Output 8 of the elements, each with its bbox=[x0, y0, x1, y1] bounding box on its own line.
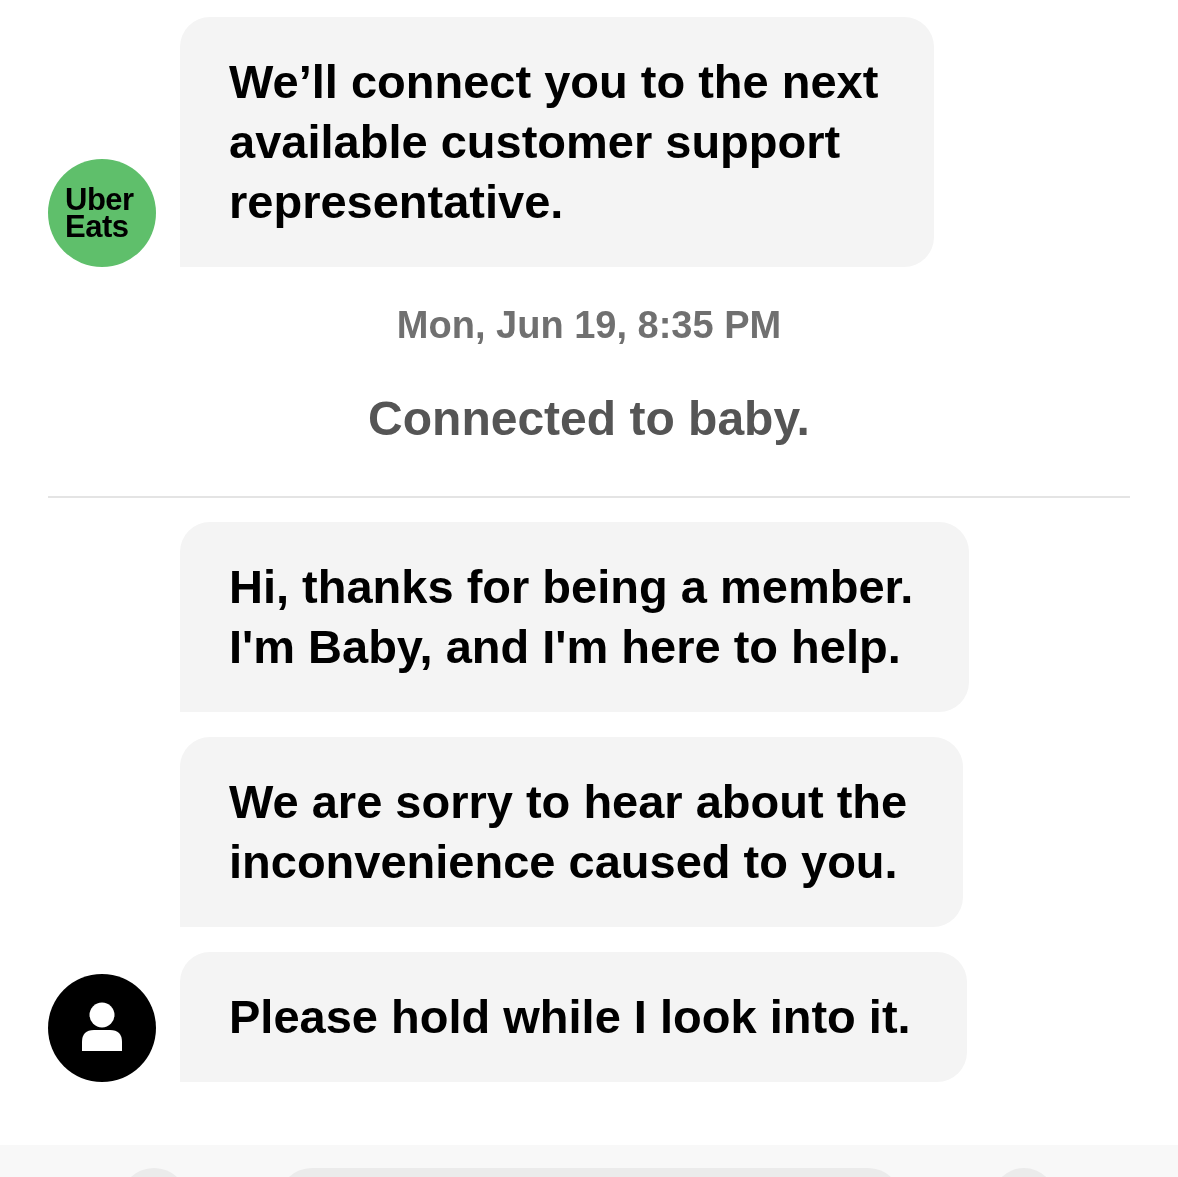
timestamp: Mon, Jun 19, 8:35 PM bbox=[396, 303, 782, 347]
connection-status: Connected to baby. bbox=[368, 391, 810, 447]
message-bubble: Please hold while I look into it. bbox=[180, 952, 967, 1082]
person-avatar-icon bbox=[48, 974, 156, 1082]
logo-wordmark: Uber Eats bbox=[65, 186, 135, 240]
message-bubble: Hi, thanks for being a member. I'm Baby, and I'm here to help. bbox=[180, 522, 970, 712]
message-bubble: We’ll connect you to the next available customer support representative. bbox=[180, 17, 935, 267]
message-bubble: We are sorry to hear about the inconvenience caused to you. bbox=[180, 737, 964, 927]
